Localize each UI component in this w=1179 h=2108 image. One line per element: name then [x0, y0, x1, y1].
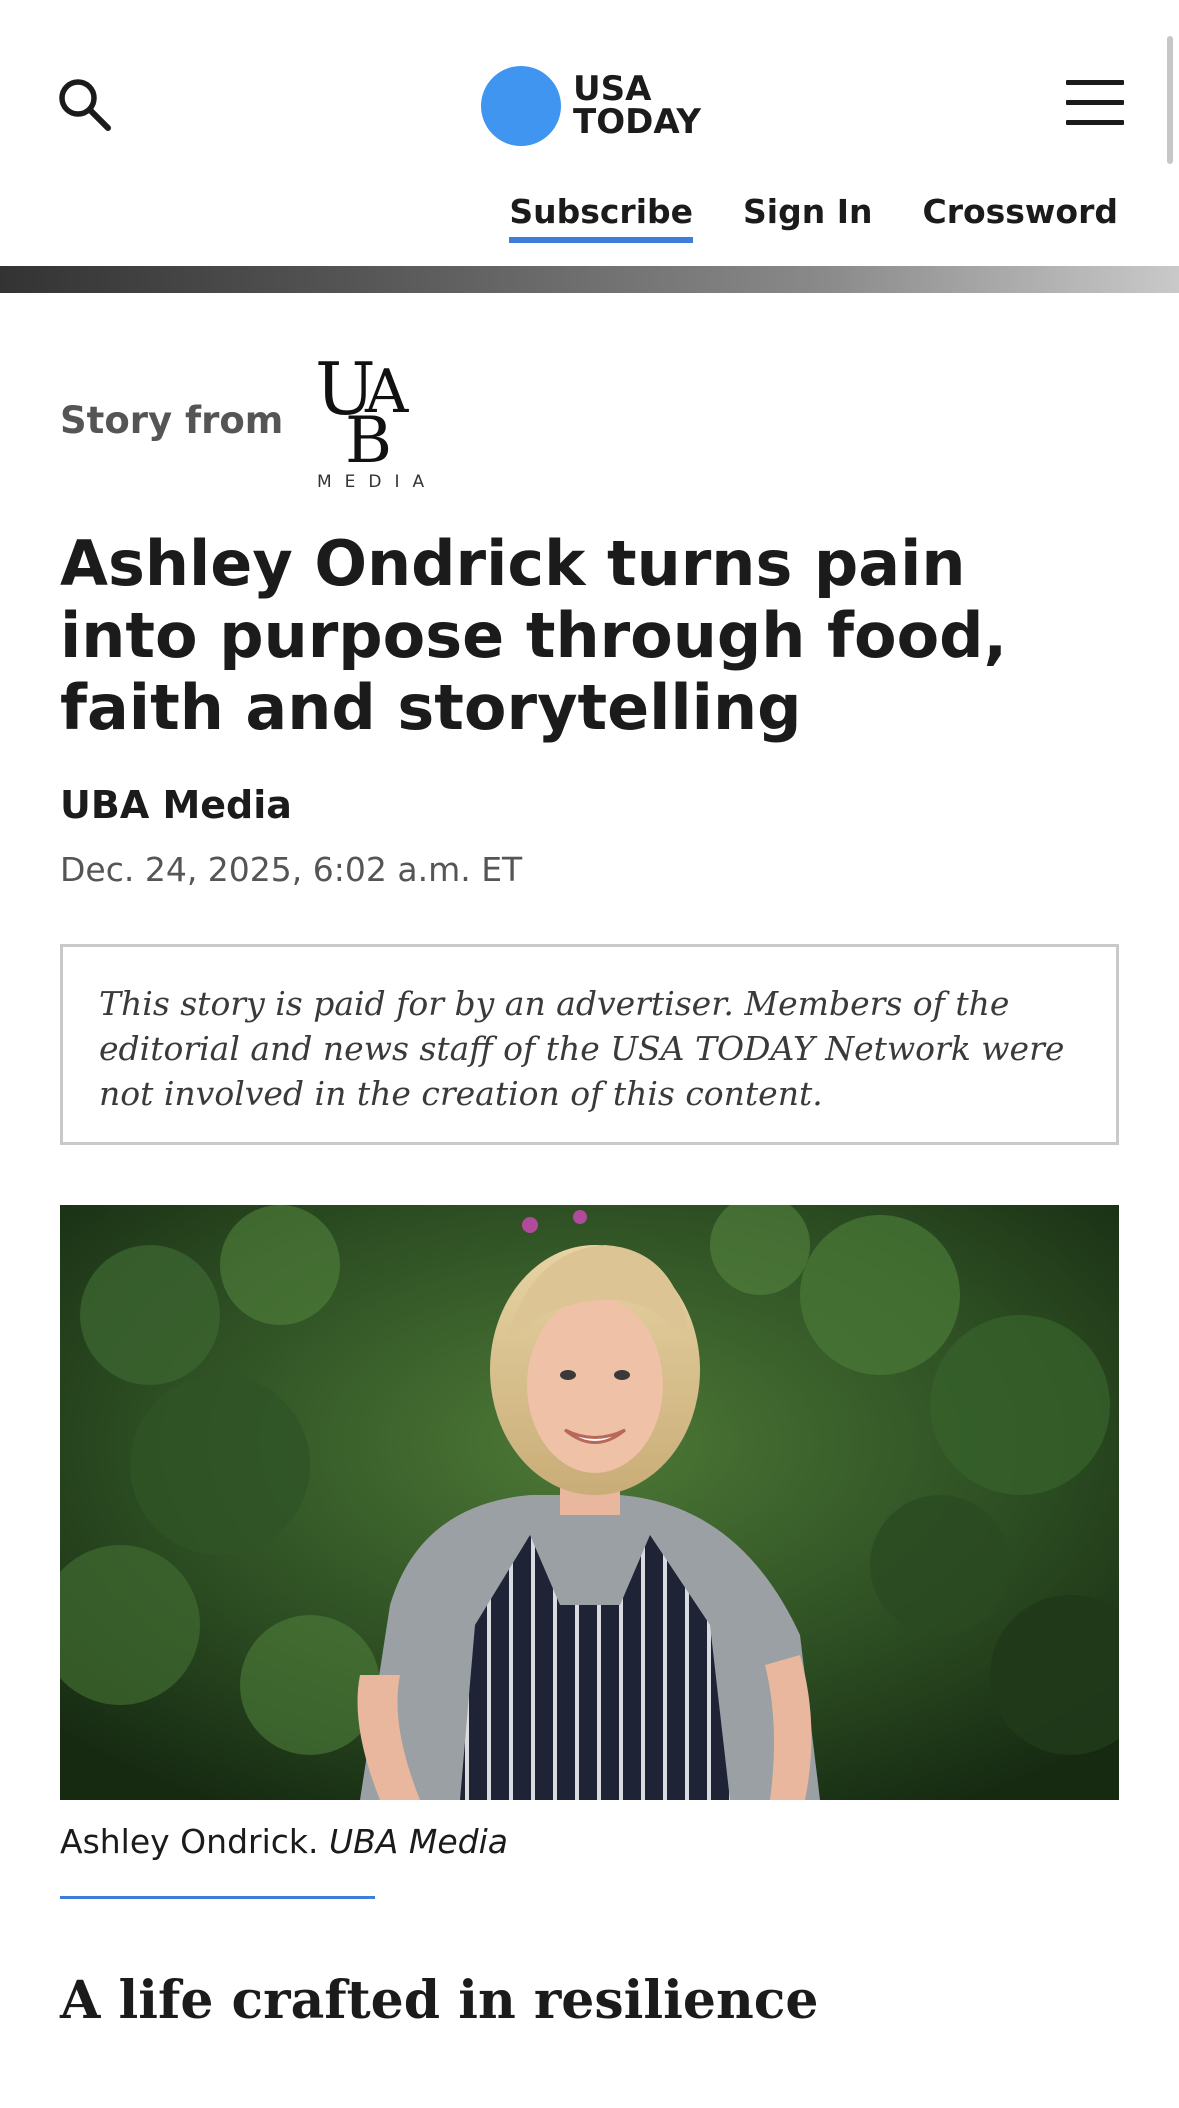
photo-caption: Ashley Ondrick. UBA Media [60, 1822, 508, 1861]
caption-divider [60, 1896, 375, 1899]
hamburger-menu-button[interactable] [1066, 80, 1124, 128]
sponsored-disclaimer: This story is paid for by an advertiser.… [60, 944, 1119, 1145]
logo-dot [481, 66, 561, 146]
svg-text:B: B [345, 404, 392, 478]
caption-credit: UBA Media [329, 1822, 508, 1861]
scrollbar[interactable] [1167, 36, 1173, 164]
search-icon [59, 79, 111, 131]
crossword-link[interactable]: Crossword [922, 192, 1118, 243]
subscribe-link[interactable]: Subscribe [509, 192, 694, 243]
sponsor-label: Story from [60, 398, 284, 442]
caption-text: Ashley Ondrick. [60, 1822, 319, 1861]
section-heading: A life crafted in resilience [60, 1970, 819, 2031]
sign-in-link[interactable]: Sign In [743, 192, 872, 243]
search-button[interactable] [56, 76, 114, 134]
logo-wordmark: USA TODAY [573, 69, 701, 142]
sponsor-block: Story from U A B MEDIA [60, 347, 453, 492]
usa-today-logo[interactable]: USA TODAY [481, 66, 701, 146]
uba-media-logo[interactable]: U A B MEDIA [313, 347, 453, 492]
svg-text:MEDIA: MEDIA [317, 472, 437, 490]
header-divider [0, 266, 1179, 293]
article-byline[interactable]: UBA Media [60, 783, 292, 827]
hamburger-menu-icon [1066, 80, 1124, 85]
article-headline: Ashley Ondrick turns pain into purpose t… [60, 527, 1008, 744]
site-header: USA TODAY Subscribe Sign In Crossword [0, 0, 1179, 268]
article-date: Dec. 24, 2025, 6:02 a.m. ET [60, 850, 523, 889]
article-photo[interactable] [60, 1205, 1119, 1800]
header-links: Subscribe Sign In Crossword [509, 192, 1118, 243]
